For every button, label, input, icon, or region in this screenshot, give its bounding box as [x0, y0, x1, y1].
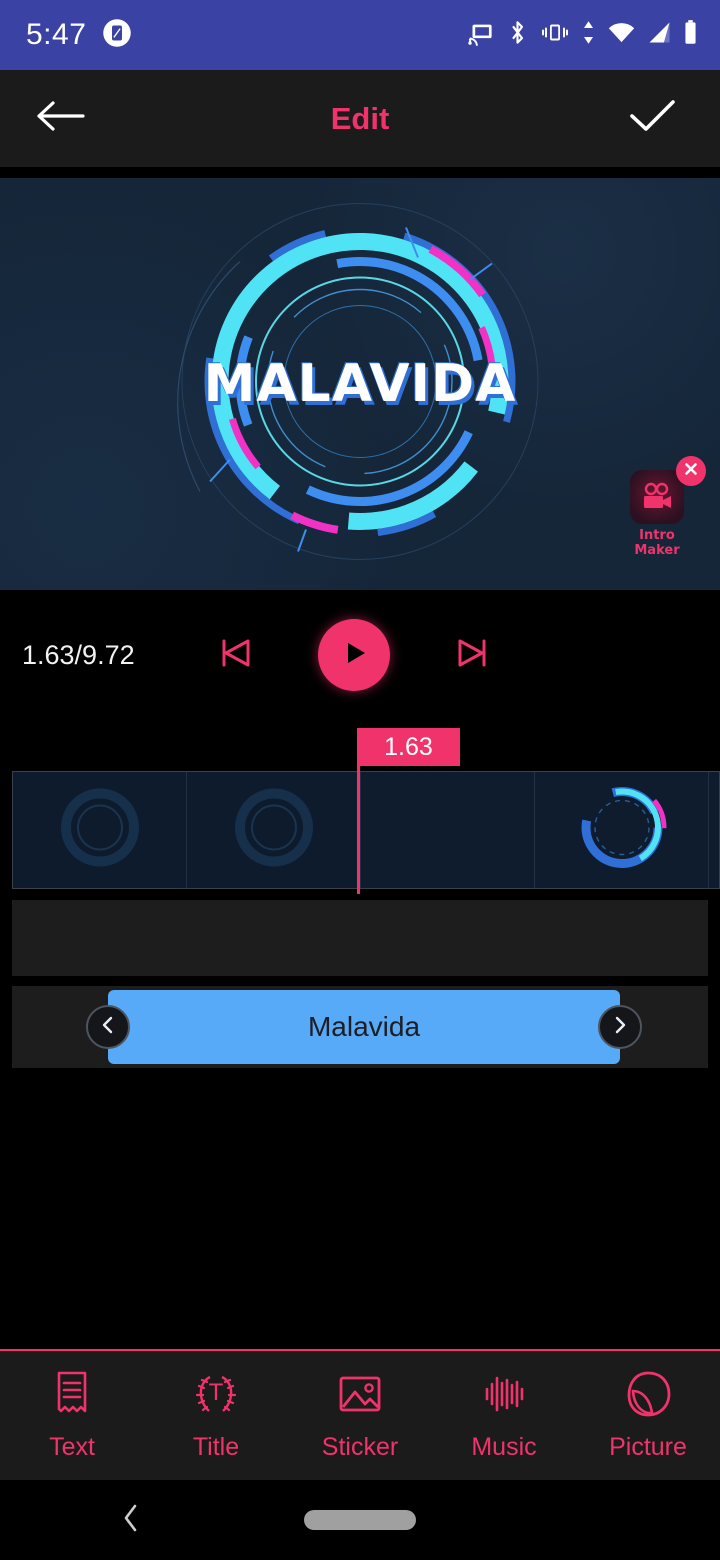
status-bar-right: [468, 19, 698, 51]
skip-next-button[interactable]: [448, 629, 496, 682]
text-clip-label: Malavida: [307, 1011, 421, 1042]
text-clip[interactable]: Malavida: [86, 990, 642, 1064]
waveform-icon: [479, 1369, 529, 1424]
check-icon: [626, 95, 680, 142]
cast-icon: [468, 19, 495, 51]
playhead-time-badge: 1.63: [357, 728, 460, 766]
transport-buttons: [212, 619, 496, 691]
toolbar-item-text[interactable]: Text: [0, 1369, 144, 1462]
toolbar-label: Text: [49, 1433, 95, 1461]
toolbar-label: Music: [471, 1433, 537, 1461]
cellular-signal-icon: [647, 20, 672, 50]
skip-previous-button[interactable]: [212, 629, 260, 682]
vibrate-icon: [540, 20, 570, 50]
editor-toolbar: Text T Title Sticker Music Picture: [0, 1349, 720, 1480]
watermark[interactable]: Intro Maker: [616, 456, 706, 558]
app-bar: Edit: [0, 70, 720, 167]
frame-thumbnail-icon: [570, 776, 674, 885]
play-button[interactable]: [318, 619, 390, 691]
data-transfer-icon: [581, 19, 596, 51]
playback-time: 1.63/9.72: [22, 639, 135, 670]
status-bar-left: 5:47: [26, 18, 132, 53]
frame-thumbnail-icon: [228, 782, 320, 879]
confirm-button[interactable]: [622, 88, 684, 150]
page-title: Edit: [330, 100, 390, 136]
status-time: 5:47: [26, 18, 87, 51]
filmstrip-frame[interactable]: [709, 772, 719, 888]
android-nav-bar: [0, 1480, 720, 1560]
chevron-left-icon: [98, 1015, 118, 1040]
video-filmstrip[interactable]: [12, 771, 720, 889]
clip-left-handle[interactable]: [86, 1005, 130, 1049]
filmstrip-frame[interactable]: [535, 772, 709, 888]
frame-thumbnail-icon: [54, 782, 146, 879]
timeline-playhead[interactable]: [357, 766, 360, 894]
filmstrip-frame[interactable]: [13, 772, 187, 888]
image-icon: [335, 1369, 385, 1424]
preview-title-text[interactable]: MALAVIDA: [204, 354, 517, 414]
text-track-row[interactable]: Malavida: [12, 986, 708, 1068]
watermark-label: Intro Maker: [634, 528, 680, 558]
picture-shape-icon: [622, 1369, 674, 1424]
bluetooth-icon: [506, 19, 529, 51]
toolbar-label: Sticker: [321, 1433, 399, 1461]
screenshot-icon: [102, 18, 132, 53]
play-icon: [337, 636, 371, 675]
toolbar-label: Title: [192, 1433, 240, 1461]
text-lines-icon: [49, 1369, 95, 1424]
clip-right-handle[interactable]: [598, 1005, 642, 1049]
filmstrip-frame[interactable]: [361, 772, 535, 888]
laurel-title-icon: T: [190, 1369, 242, 1424]
toolbar-item-music[interactable]: Music: [432, 1369, 576, 1462]
arrow-left-icon: [33, 96, 89, 141]
movie-camera-icon: [630, 470, 684, 524]
playback-controls: 1.63/9.72: [0, 590, 720, 720]
chevron-right-icon: [610, 1015, 630, 1040]
toolbar-item-title[interactable]: T Title: [144, 1369, 288, 1462]
close-icon: [683, 461, 699, 482]
filmstrip-frame[interactable]: [187, 772, 361, 888]
status-bar: 5:47: [0, 0, 720, 70]
toolbar-label: Picture: [609, 1433, 687, 1461]
wifi-icon: [607, 20, 636, 50]
watermark-close-button[interactable]: [676, 456, 706, 486]
app-screen: 5:47 Edit MALAVIDA Intro Maker 1.63/9.72…: [0, 0, 720, 1560]
back-button[interactable]: [30, 88, 92, 150]
svg-text:T: T: [208, 1381, 223, 1406]
battery-icon: [683, 19, 698, 51]
empty-track-row[interactable]: [12, 900, 708, 976]
toolbar-item-picture[interactable]: Picture: [576, 1369, 720, 1462]
nav-back-icon[interactable]: [118, 1501, 144, 1540]
toolbar-item-sticker[interactable]: Sticker: [288, 1369, 432, 1462]
video-preview[interactable]: MALAVIDA Intro Maker: [0, 178, 720, 590]
nav-home-pill[interactable]: [304, 1510, 416, 1530]
